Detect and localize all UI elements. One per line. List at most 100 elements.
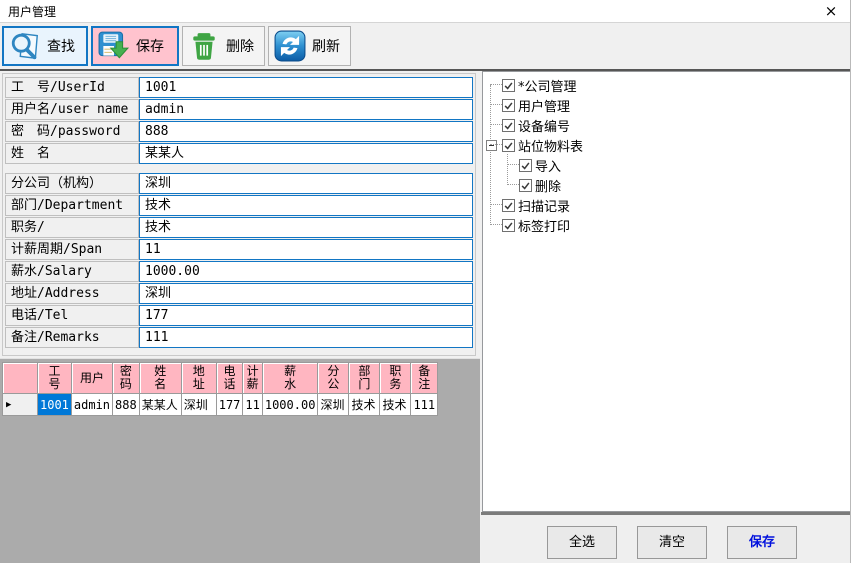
checkbox-checked[interactable] xyxy=(502,99,515,112)
save-perms-button[interactable]: 保存 xyxy=(727,526,797,559)
form-field-input[interactable]: 深圳 xyxy=(139,283,473,304)
form-field-input[interactable]: 1001 xyxy=(139,77,473,98)
tree-item-label[interactable]: 用户管理 xyxy=(518,96,570,115)
toolbar-button-label: 删除 xyxy=(226,36,254,56)
checkbox-checked[interactable] xyxy=(519,179,532,192)
grid-column-header[interactable]: 备 注 xyxy=(411,363,438,394)
form-row: 职务/技术 xyxy=(5,217,473,238)
form-field-input[interactable]: 1000.00 xyxy=(139,261,473,282)
trash-icon xyxy=(187,29,221,63)
tree-connector-line xyxy=(507,184,519,186)
form-field-input[interactable]: 11 xyxy=(139,239,473,260)
toolbar-button-label: 保存 xyxy=(136,36,164,56)
tree-connector-line xyxy=(490,84,502,86)
form-field-input[interactable]: 某某人 xyxy=(139,143,473,164)
find-button[interactable]: 查找 xyxy=(2,26,88,66)
tree-item-label[interactable]: 扫描记录 xyxy=(518,196,570,215)
form-field-label: 电话/Tel xyxy=(5,305,139,326)
form-field-input[interactable]: admin xyxy=(139,99,473,120)
grid-column-header[interactable]: 用户 xyxy=(71,363,112,394)
grid-cell[interactable]: 177 xyxy=(216,394,243,416)
user-form: 工 号/UserId1001用户名/user nameadmin密 码/pass… xyxy=(2,73,476,356)
grid-column-header[interactable]: 职 务 xyxy=(380,363,411,394)
grid-cell[interactable]: 888 xyxy=(113,394,140,416)
form-row: 电话/Tel177 xyxy=(5,305,473,326)
tree-item[interactable]: *公司管理 xyxy=(490,75,577,95)
grid-column-header[interactable] xyxy=(3,363,38,394)
tree-item-label[interactable]: 标签打印 xyxy=(518,216,570,235)
form-row: 计薪周期/Span11 xyxy=(5,239,473,260)
tree-item[interactable]: 设备编号 xyxy=(490,115,570,135)
titlebar: 用户管理 × xyxy=(0,0,850,22)
grid-cell[interactable]: admin xyxy=(71,394,112,416)
grid-cell[interactable]: 技术 xyxy=(380,394,411,416)
tree-item[interactable]: 标签打印 xyxy=(490,215,570,235)
tree-item-label[interactable]: 导入 xyxy=(535,156,561,175)
grid-column-header[interactable]: 计 薪 xyxy=(243,363,262,394)
form-row: 密 码/password888 xyxy=(5,121,473,142)
select-all-button[interactable]: 全选 xyxy=(547,526,617,559)
grid-cell[interactable]: 深圳 xyxy=(318,394,349,416)
users-grid-header: 工 号用户密 码姓 名地 址电 话计 薪薪 水分 公部 门职 务备 注 xyxy=(3,363,438,394)
clear-button[interactable]: 清空 xyxy=(637,526,707,559)
form-field-label: 备注/Remarks xyxy=(5,327,139,348)
checkbox-checked[interactable] xyxy=(519,159,532,172)
close-button[interactable]: × xyxy=(820,1,842,21)
toolbar-button-label: 查找 xyxy=(47,36,75,56)
tree-item-label[interactable]: 删除 xyxy=(535,176,561,195)
tree-item[interactable]: 删除 xyxy=(507,175,561,195)
grid-cell[interactable]: 1000.00 xyxy=(262,394,318,416)
tree-item[interactable]: 站位物料表 xyxy=(490,135,583,155)
checkbox-checked[interactable] xyxy=(502,219,515,232)
checkbox-checked[interactable] xyxy=(502,139,515,152)
grid-cell[interactable]: 深圳 xyxy=(181,394,216,416)
form-field-label: 部门/Department xyxy=(5,195,139,216)
permissions-tree: *公司管理用户管理设备编号站位物料表导入删除扫描记录标签打印 xyxy=(482,71,851,512)
grid-column-header[interactable]: 电 话 xyxy=(216,363,243,394)
main-area: 工 号/UserId1001用户名/user nameadmin密 码/pass… xyxy=(0,71,850,563)
grid-column-header[interactable]: 地 址 xyxy=(181,363,216,394)
tree-connector-line xyxy=(490,204,502,206)
refresh-button[interactable]: 刷新 xyxy=(268,26,351,66)
form-row: 备注/Remarks111 xyxy=(5,327,473,348)
form-row: 部门/Department技术 xyxy=(5,195,473,216)
grid-column-header[interactable]: 薪 水 xyxy=(262,363,318,394)
form-field-input[interactable]: 深圳 xyxy=(139,173,473,194)
user-management-window: 用户管理 × 查找保存删除刷新 工 号/UserId1001用户名/user n… xyxy=(0,0,851,563)
form-field-input[interactable]: 177 xyxy=(139,305,473,326)
form-field-input[interactable]: 888 xyxy=(139,121,473,142)
tree-connector-line xyxy=(490,224,502,226)
save-button[interactable]: 保存 xyxy=(91,26,179,66)
checkbox-checked[interactable] xyxy=(502,199,515,212)
checkbox-checked[interactable] xyxy=(502,119,515,132)
row-selector-cell[interactable]: ▶ xyxy=(3,394,38,416)
grid-cell[interactable]: 1001 xyxy=(38,394,72,416)
grid-cell[interactable]: 技术 xyxy=(349,394,380,416)
grid-column-header[interactable]: 分 公 xyxy=(318,363,349,394)
tree-item-label[interactable]: 站位物料表 xyxy=(518,136,583,155)
grid-column-header[interactable]: 工 号 xyxy=(38,363,72,394)
tree-item-label[interactable]: *公司管理 xyxy=(518,76,577,95)
checkbox-checked[interactable] xyxy=(502,79,515,92)
grid-column-header[interactable]: 姓 名 xyxy=(139,363,181,394)
delete-button[interactable]: 删除 xyxy=(182,26,265,66)
tree-connector-line xyxy=(490,124,502,126)
form-row: 工 号/UserId1001 xyxy=(5,77,473,98)
form-field-input[interactable]: 111 xyxy=(139,327,473,348)
form-field-input[interactable]: 技术 xyxy=(139,217,473,238)
grid-column-header[interactable]: 密 码 xyxy=(113,363,140,394)
grid-column-header[interactable]: 部 门 xyxy=(349,363,380,394)
grid-cell[interactable]: 某某人 xyxy=(139,394,181,416)
tree-item-label[interactable]: 设备编号 xyxy=(518,116,570,135)
tree-item[interactable]: 导入 xyxy=(507,155,561,175)
tree-item[interactable]: 用户管理 xyxy=(490,95,570,115)
grid-cell[interactable]: 11 xyxy=(243,394,262,416)
form-field-input[interactable]: 技术 xyxy=(139,195,473,216)
right-panel: *公司管理用户管理设备编号站位物料表导入删除扫描记录标签打印 全选清空保存 xyxy=(481,71,851,563)
tree-connector-line xyxy=(507,164,519,166)
grid-cell[interactable]: 111 xyxy=(411,394,438,416)
left-panel: 工 号/UserId1001用户名/user nameadmin密 码/pass… xyxy=(0,71,480,563)
form-field-label: 用户名/user name xyxy=(5,99,139,120)
tree-item[interactable]: 扫描记录 xyxy=(490,195,570,215)
form-field-label: 地址/Address xyxy=(5,283,139,304)
